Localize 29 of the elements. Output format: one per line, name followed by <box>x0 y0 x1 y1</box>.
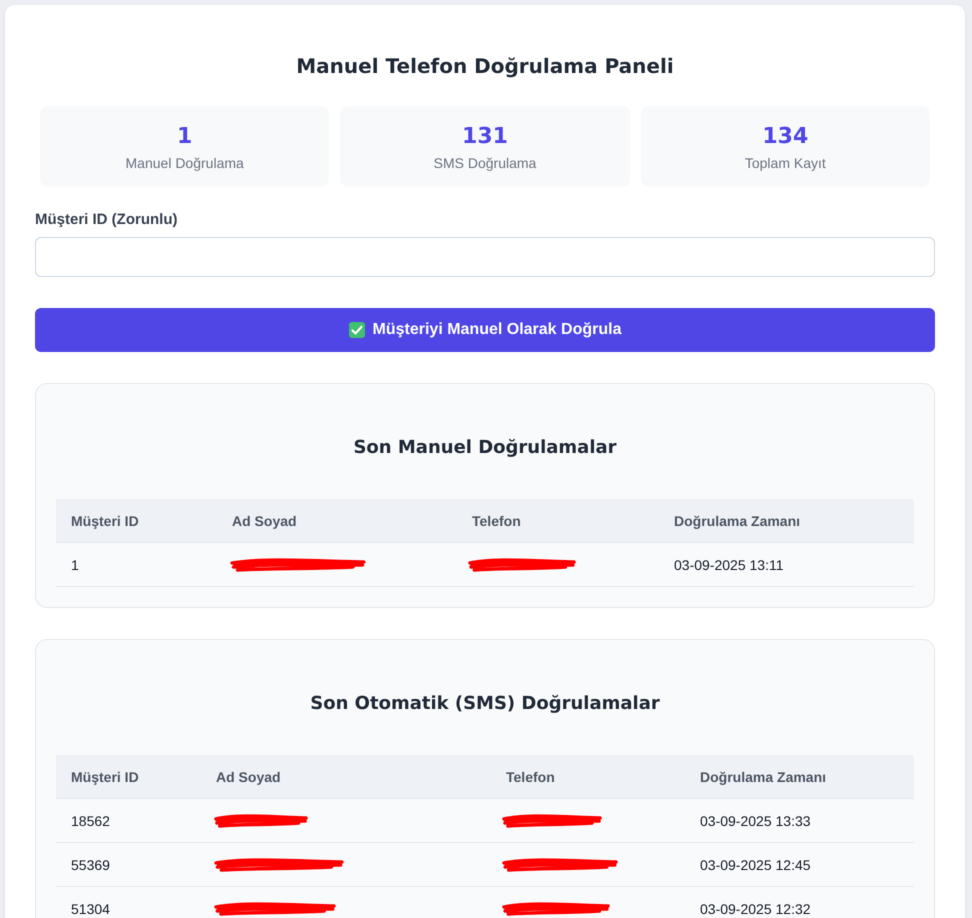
column-header: Doğrulama Zamanı <box>659 499 914 542</box>
section-title: Son Otomatik (SMS) Doğrulamalar <box>309 692 661 716</box>
table-cell: 03-09-2025 13:33 <box>685 798 914 842</box>
table-cell: 03-09-2025 13:11 <box>659 542 914 586</box>
column-header: Telefon <box>491 755 685 798</box>
verify-button[interactable]: Müşteriyi Manuel Olarak Doğrula <box>35 308 935 352</box>
page-title: Manuel Telefon Doğrulama Paneli <box>295 53 675 79</box>
column-header: Ad Soyad <box>201 755 491 798</box>
section-title: Son Manuel Doğrulamalar <box>352 436 618 460</box>
stat-label: Manuel Doğrulama <box>126 154 244 172</box>
stat-label: SMS Doğrulama <box>434 154 536 172</box>
stat-label: Toplam Kayıt <box>744 154 826 172</box>
column-header: Telefon <box>457 499 659 542</box>
table-cell: 03-09-2025 12:45 <box>685 842 914 886</box>
column-header: Ad Soyad <box>217 499 457 542</box>
column-header: Doğrulama Zamanı <box>685 755 914 798</box>
table-cell: 18562 <box>56 798 201 842</box>
stat-value: 131 <box>462 123 508 151</box>
table-cell: 51304 <box>56 886 201 918</box>
table-cell: 1 <box>56 542 217 586</box>
table-cell: 03-09-2025 12:32 <box>685 886 914 918</box>
stat-value: 134 <box>762 123 808 151</box>
stat-value: 1 <box>177 123 192 151</box>
customer-id-field[interactable] <box>35 237 935 277</box>
field-label: Müşteri ID (Zorunlu) <box>35 211 178 229</box>
table-cell: 55369 <box>56 842 201 886</box>
column-header: Müşteri ID <box>56 755 201 798</box>
check-icon <box>348 322 365 338</box>
column-header: Müşteri ID <box>56 499 217 542</box>
